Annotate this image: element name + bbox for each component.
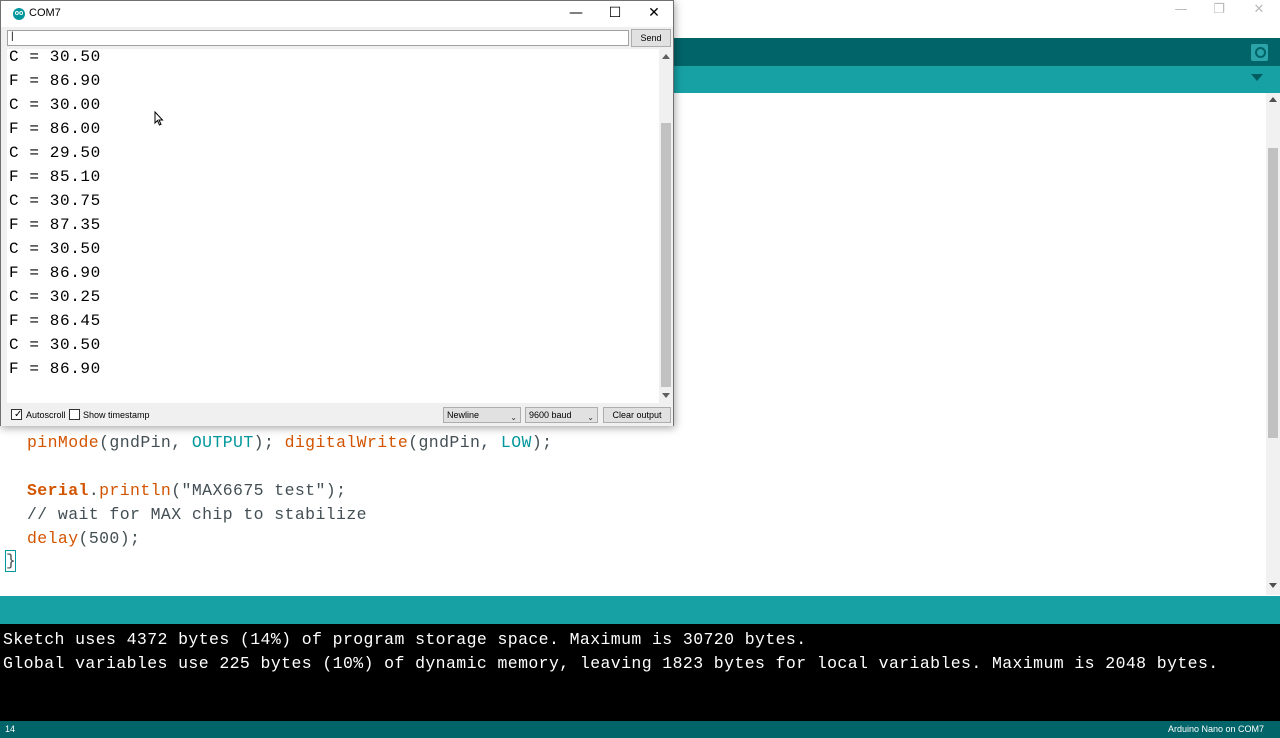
code-token: (500); xyxy=(78,529,141,548)
editor-scroll-thumb[interactable] xyxy=(1268,148,1278,438)
code-line: pinMode(gndPin, OUTPUT); digitalWrite(gn… xyxy=(27,433,552,452)
output-line: F = 86.90 xyxy=(9,360,101,378)
code-token: (gndPin, xyxy=(99,433,192,452)
code-token: delay xyxy=(27,529,79,548)
close-button[interactable]: ✕ xyxy=(635,1,673,27)
autoscroll-checkbox[interactable]: ✓ xyxy=(11,409,22,420)
serial-monitor-icon[interactable] xyxy=(1251,44,1268,61)
code-line: delay(500); xyxy=(27,529,140,548)
code-line: // wait for MAX chip to stabilize xyxy=(27,505,367,524)
code-token: // wait for MAX chip to stabilize xyxy=(27,505,367,524)
ide-status-bar xyxy=(0,596,1280,624)
console-line: Sketch uses 4372 bytes (14%) of program … xyxy=(3,630,807,649)
board-info: Arduino Nano on COM7 xyxy=(1167,724,1264,734)
output-line: F = 86.45 xyxy=(9,312,101,330)
line-number: 14 xyxy=(5,724,16,734)
output-line: C = 29.50 xyxy=(9,144,101,162)
code-token: LOW xyxy=(500,433,532,452)
ide-minimize-button[interactable]: — xyxy=(1162,0,1200,22)
output-line: C = 30.00 xyxy=(9,96,101,114)
output-scroll-thumb[interactable] xyxy=(661,123,671,387)
output-scroll-down-icon[interactable] xyxy=(662,393,670,398)
serial-monitor-window: oo COM7 — ☐ ✕ | Send C = 30.50 F = 86.90 C… xyxy=(0,0,674,426)
output-line: C = 30.50 xyxy=(9,240,101,258)
console-line: Global variables use 225 bytes (10%) of … xyxy=(3,654,1219,673)
line-ending-select[interactable]: Newline ⌄ xyxy=(443,407,521,423)
code-token: digitalWrite xyxy=(284,433,409,452)
editor-scroll-down-icon[interactable] xyxy=(1269,583,1277,588)
code-token: ("MAX6675 test"); xyxy=(171,481,347,500)
window-title: COM7 xyxy=(29,7,61,19)
code-token: println xyxy=(99,481,172,500)
editor-scroll-up-icon[interactable] xyxy=(1269,97,1277,102)
code-token: ); xyxy=(253,433,285,452)
code-token: ); xyxy=(531,433,553,452)
code-token: . xyxy=(88,481,100,500)
ide-close-button[interactable]: ✕ xyxy=(1240,0,1278,22)
output-scroll-up-icon[interactable] xyxy=(662,54,670,59)
build-console: Sketch uses 4372 bytes (14%) of program … xyxy=(0,624,1280,721)
output-line: C = 30.50 xyxy=(9,336,101,354)
output-line: C = 30.75 xyxy=(9,192,101,210)
output-line: C = 30.50 xyxy=(9,49,101,66)
ide-restore-button[interactable]: ❐ xyxy=(1200,0,1238,22)
checkmark-icon: ✓ xyxy=(14,409,23,420)
code-token: OUTPUT xyxy=(191,433,254,452)
code-line: Serial.println("MAX6675 test"); xyxy=(27,481,346,500)
send-input[interactable]: | xyxy=(7,30,629,46)
minimize-button[interactable]: — xyxy=(557,1,595,27)
code-token: Serial xyxy=(27,481,89,500)
chevron-down-icon: ⌄ xyxy=(510,413,517,422)
ide-footer-bar xyxy=(0,721,1280,738)
code-token: pinMode xyxy=(27,433,100,452)
output-line: F = 87.35 xyxy=(9,216,101,234)
show-timestamp-checkbox[interactable] xyxy=(69,409,80,420)
show-timestamp-label: Show timestamp xyxy=(83,410,150,420)
output-line: C = 30.25 xyxy=(9,288,101,306)
output-line: F = 85.10 xyxy=(9,168,101,186)
line-ending-value: Newline xyxy=(447,410,480,420)
output-line: F = 86.00 xyxy=(9,120,101,138)
autoscroll-label: Autoscroll xyxy=(26,410,66,420)
arduino-app-icon: oo xyxy=(13,8,25,20)
baud-rate-select[interactable]: 9600 baud ⌄ xyxy=(525,407,598,423)
serial-output[interactable]: C = 30.50 F = 86.90 C = 30.00 F = 86.00 C = … xyxy=(7,49,659,403)
output-line: F = 86.90 xyxy=(9,264,101,282)
tab-menu-dropdown-icon[interactable] xyxy=(1251,74,1263,81)
baud-rate-value: 9600 baud xyxy=(529,410,572,420)
send-button[interactable]: Send xyxy=(631,29,671,47)
clear-output-button[interactable]: Clear output xyxy=(603,407,671,423)
serial-monitor-titlebar: oo COM7 — ☐ ✕ xyxy=(1,1,673,27)
closing-brace-highlight: } xyxy=(5,550,16,572)
output-line: F = 86.90 xyxy=(9,72,101,90)
chevron-down-icon: ⌄ xyxy=(587,413,594,422)
code-token: (gndPin, xyxy=(408,433,501,452)
maximize-button[interactable]: ☐ xyxy=(596,1,634,27)
